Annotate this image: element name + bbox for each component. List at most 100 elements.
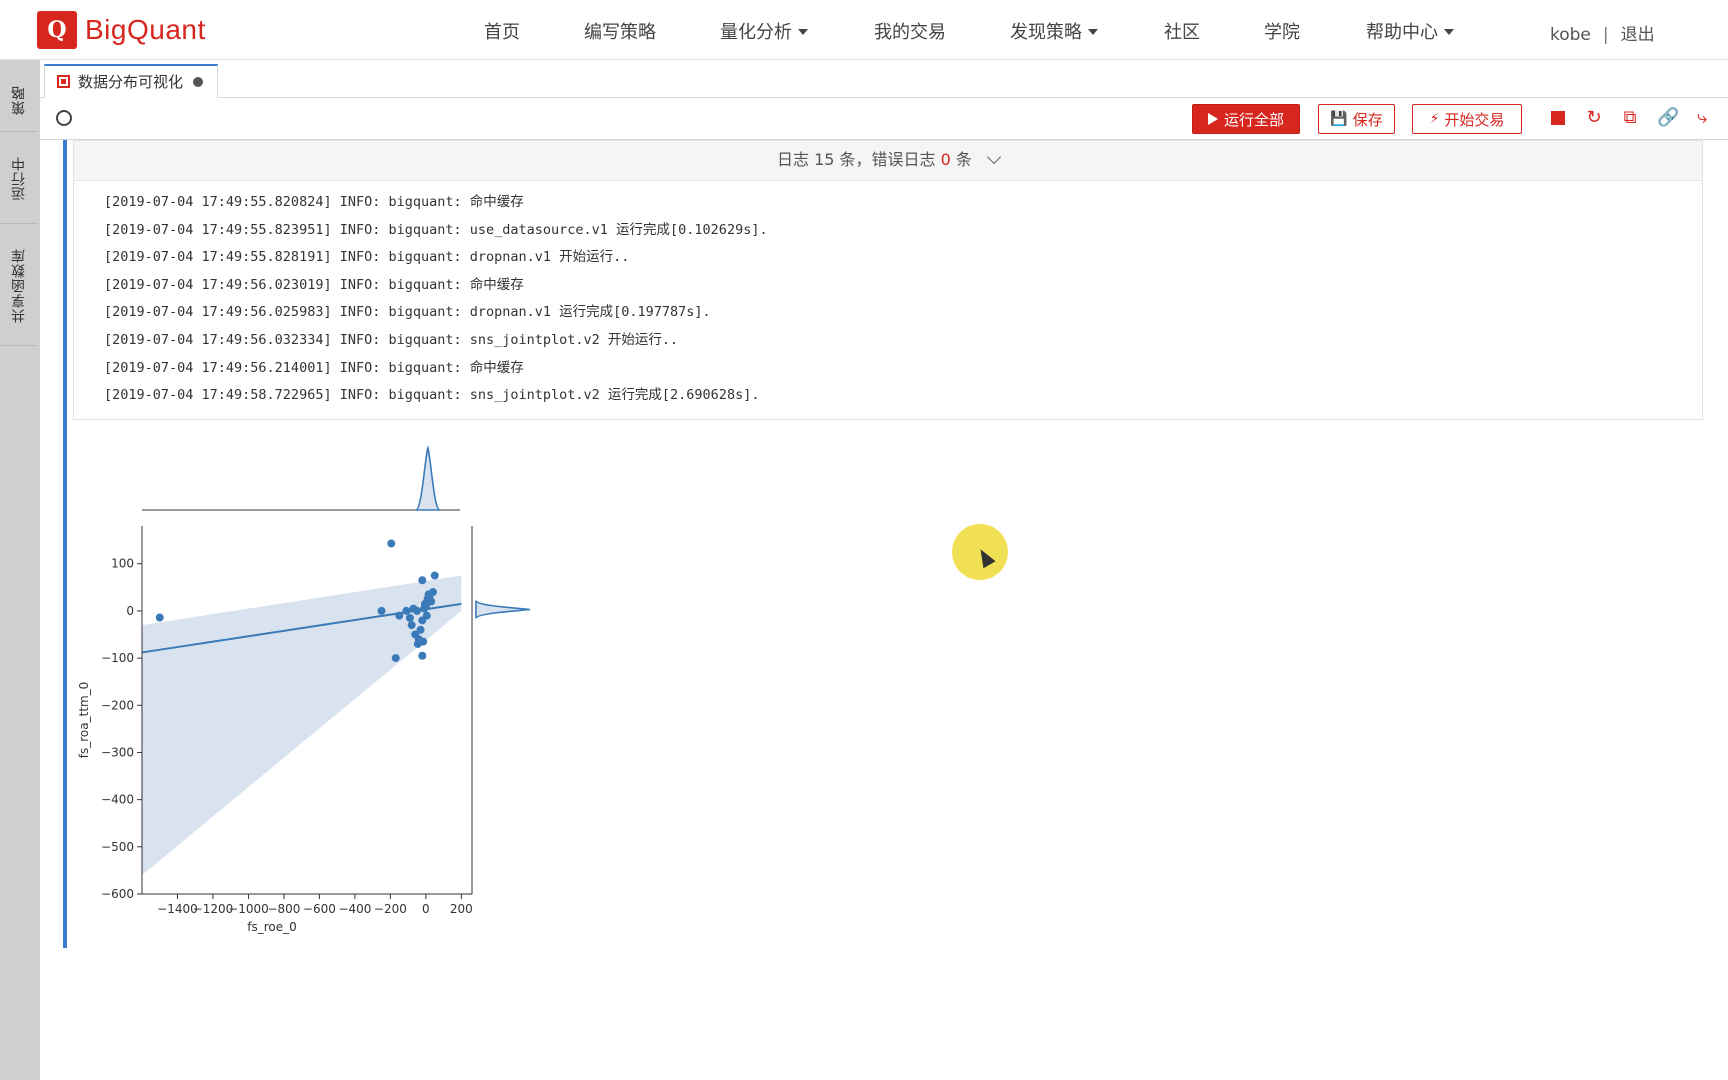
y-tick-label: −300 (101, 745, 134, 759)
save-icon: 💾 (1330, 111, 1348, 127)
share-icon[interactable]: ⤷ (1692, 108, 1712, 128)
username-link[interactable]: kobe (1550, 25, 1591, 45)
error-count: 0 (940, 150, 951, 169)
notebook-icon (57, 75, 70, 88)
nav-my-trades[interactable]: 我的交易 (874, 18, 946, 44)
x-tick-label: 200 (450, 902, 473, 916)
tab-data-visualization[interactable]: 数据分布可视化 (44, 64, 218, 98)
editor-tab-row: 数据分布可视化 (40, 60, 1728, 98)
logo-mark: Q (37, 11, 77, 49)
nav-home[interactable]: 首页 (484, 18, 520, 44)
start-trade-button[interactable]: ⚡ 开始交易 (1412, 104, 1522, 134)
log-prefix: 日志 (776, 150, 809, 169)
scatter-point (402, 606, 411, 615)
x-tick-label: −400 (338, 902, 371, 916)
log-line: [2019-07-04 17:49:56.214001] INFO: bigqu… (104, 359, 524, 376)
nav-academy[interactable]: 学院 (1264, 18, 1300, 44)
sidebar-tab-shared-functions[interactable]: 共享函数库 (0, 226, 38, 346)
log-line: [2019-07-04 17:49:56.025983] INFO: bigqu… (104, 304, 711, 321)
scatter-point (416, 625, 425, 634)
log-line: [2019-07-04 17:49:55.823951] INFO: bigqu… (104, 221, 768, 238)
chevron-down-icon (986, 149, 1002, 165)
scatter-point (387, 539, 396, 548)
nav-write-strategy[interactable]: 编写策略 (584, 18, 656, 44)
logout-link[interactable]: 退出 (1621, 25, 1655, 45)
sidebar-tab-strategy[interactable]: 策略 (0, 68, 38, 132)
user-area: kobe | 退出 (1550, 20, 1655, 45)
log-count: 15 (814, 150, 835, 169)
run-all-label: 运行全部 (1223, 110, 1284, 129)
sidebar-tab-label: 共享函数库 (11, 248, 27, 323)
y-tick-label: −100 (101, 651, 134, 665)
kernel-status-icon (56, 110, 72, 126)
save-button[interactable]: 💾 保存 (1318, 104, 1395, 134)
active-cell-indicator (63, 140, 67, 948)
log-line: [2019-07-04 17:49:56.032334] INFO: bigqu… (104, 331, 679, 348)
log-line: [2019-07-04 17:49:55.828191] INFO: bigqu… (104, 249, 630, 266)
scatter-point (430, 571, 439, 580)
jointplot-chart: −1400−1200−1000−800 −600 −400 −200 0 2001000−… (78, 445, 531, 934)
chevron-down-icon (1444, 29, 1454, 35)
x-tick-label: 0 (422, 902, 430, 916)
scatter-point (391, 654, 400, 663)
left-sidebar: 策略 运行中 共享函数库 (0, 60, 40, 1080)
log-lines: [2019-07-04 17:49:55.820824] INFO: bigqu… (74, 181, 1702, 410)
scatter-point (428, 588, 437, 597)
x-axis-label: fs_roe_0 (247, 920, 297, 934)
x-tick-label: −200 (374, 902, 407, 916)
x-tick-label: −600 (303, 902, 336, 916)
nav-discover-strategy[interactable]: 发现策略 (1010, 18, 1098, 44)
y-tick-label: 100 (111, 557, 134, 571)
stop-icon[interactable] (1548, 108, 1568, 128)
user-separator: | (1602, 25, 1609, 45)
save-label: 保存 (1352, 110, 1383, 129)
plug-icon: ⚡ (1429, 111, 1440, 127)
scatter-point (405, 614, 414, 622)
scatter-point (409, 604, 418, 613)
notebook-toolbar: 运行全部 💾 保存 ⚡ 开始交易 ↻ ⧉ 🔗 ⤷ (40, 98, 1728, 140)
y-marginal-kde (475, 599, 531, 620)
refresh-icon[interactable]: ↻ (1584, 108, 1604, 128)
log-summary-toggle[interactable]: 日志 15 条，错误日志 0 条 (74, 141, 1702, 181)
scatter-point (395, 611, 404, 620)
log-line: [2019-07-04 17:49:56.023019] INFO: bigqu… (104, 276, 524, 293)
start-trade-label: 开始交易 (1444, 110, 1505, 129)
y-tick-label: −500 (101, 840, 134, 854)
scatter-point (155, 613, 164, 622)
tab-title: 数据分布可视化 (78, 73, 184, 91)
chevron-down-icon (798, 29, 808, 35)
nav-help-center[interactable]: 帮助中心 (1366, 18, 1454, 44)
log-output-panel: 日志 15 条，错误日志 0 条 [2019-07-04 17:49:55.82… (73, 140, 1703, 420)
brand-name: BigQuant (85, 14, 206, 45)
unsaved-indicator-icon[interactable] (193, 76, 204, 87)
nav-community[interactable]: 社区 (1164, 18, 1200, 44)
x-tick-label: −1000 (228, 902, 269, 916)
error-unit: 条 (955, 150, 972, 169)
brand-logo[interactable]: Q BigQuant (37, 11, 206, 49)
sidebar-tab-label: 运行中 (11, 156, 27, 201)
confidence-band (142, 575, 462, 876)
y-tick-label: 0 (126, 604, 134, 618)
chevron-down-icon (1088, 29, 1098, 35)
top-nav-bar: Q BigQuant 首页 编写策略 量化分析 我的交易 发现策略 社区 学院 … (0, 0, 1728, 60)
link-icon[interactable]: 🔗 (1657, 108, 1679, 128)
sidebar-tab-running[interactable]: 运行中 (0, 134, 38, 224)
log-line: [2019-07-04 17:49:58.722965] INFO: bigqu… (104, 387, 760, 404)
scatter-point (418, 651, 427, 660)
copy-icon[interactable]: ⧉ (1620, 108, 1640, 128)
y-tick-label: −200 (101, 698, 134, 712)
scatter-point (377, 606, 386, 615)
y-tick-label: −600 (101, 887, 134, 901)
x-marginal-kde (415, 445, 441, 511)
x-tick-label: −800 (267, 902, 300, 916)
sidebar-tab-label: 策略 (11, 84, 27, 115)
nav-quant-analysis[interactable]: 量化分析 (720, 18, 808, 44)
y-axis-label: fs_roa_ttm_0 (78, 682, 91, 759)
log-line: [2019-07-04 17:49:55.820824] INFO: bigqu… (104, 194, 524, 210)
scatter-point (420, 599, 429, 608)
scatter-point (413, 639, 422, 648)
y-tick-label: −400 (101, 793, 134, 807)
run-all-button[interactable]: 运行全部 (1192, 104, 1300, 134)
scatter-point (418, 576, 427, 585)
scatter-point (407, 621, 416, 630)
